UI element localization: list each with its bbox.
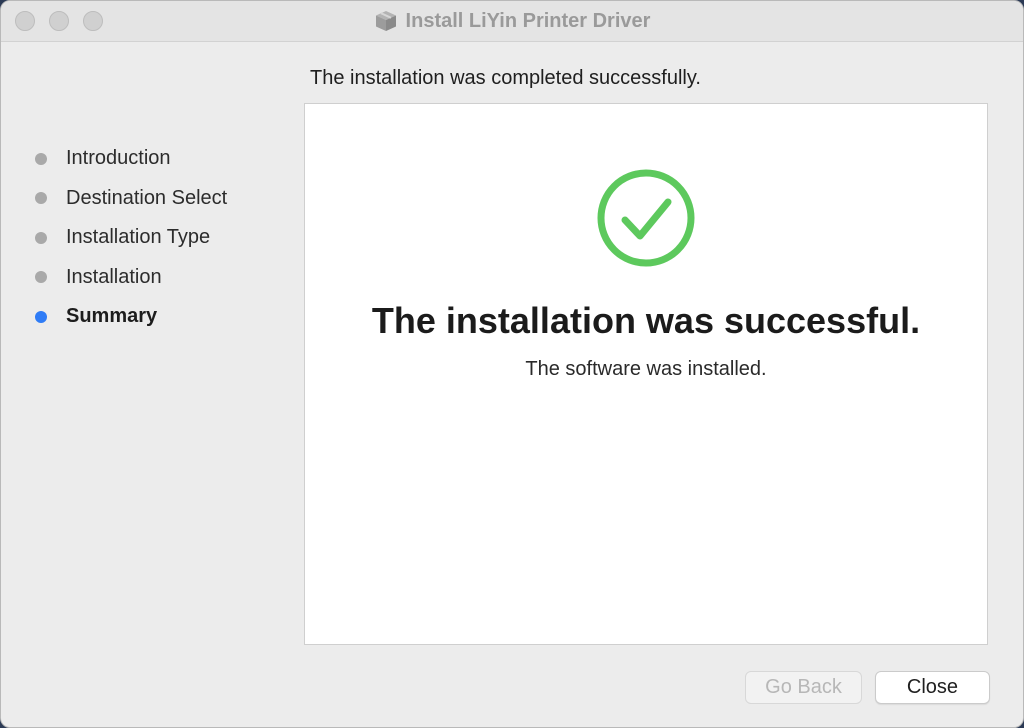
content-panel: The installation was successful. The sof… — [304, 103, 988, 645]
step-installation: Installation — [35, 258, 227, 298]
window-title: Install LiYin Printer Driver — [405, 9, 651, 32]
step-label: Destination Select — [66, 186, 228, 209]
step-list: Introduction Destination Select Installa… — [35, 139, 227, 337]
step-label: Introduction — [66, 147, 171, 170]
step-label: Installation Type — [66, 226, 211, 249]
step-dot-icon — [35, 192, 47, 205]
step-destination-select: Destination Select — [35, 179, 227, 219]
checkmark-circle-icon — [596, 168, 696, 273]
step-active-dot-icon — [35, 310, 47, 323]
step-dot-icon — [35, 231, 47, 244]
package-icon — [374, 10, 398, 32]
window-title-group: Install LiYin Printer Driver — [1, 1, 1023, 41]
step-label: Installation — [66, 265, 162, 288]
installer-window: Install LiYin Printer Driver The install… — [0, 0, 1024, 728]
go-back-button[interactable]: Go Back — [745, 671, 862, 704]
step-introduction: Introduction — [35, 139, 227, 179]
step-dot-icon — [35, 271, 47, 284]
success-title: The installation was successful. — [371, 300, 921, 341]
close-button[interactable]: Close — [875, 671, 990, 704]
step-dot-icon — [35, 152, 47, 165]
page-heading: The installation was completed successfu… — [310, 67, 701, 89]
title-bar: Install LiYin Printer Driver — [1, 1, 1023, 42]
step-installation-type: Installation Type — [35, 218, 227, 258]
step-summary: Summary — [35, 297, 227, 337]
step-label-active: Summary — [66, 305, 158, 328]
success-subtitle: The software was installed. — [525, 358, 767, 380]
